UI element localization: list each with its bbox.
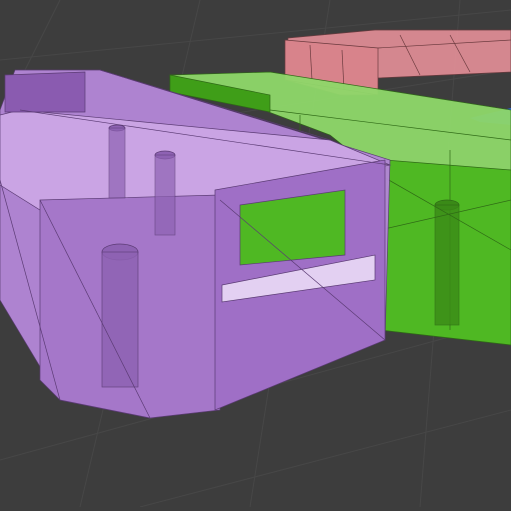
- 3d-viewport[interactable]: [0, 0, 511, 508]
- viewport-canvas[interactable]: [0, 0, 511, 508]
